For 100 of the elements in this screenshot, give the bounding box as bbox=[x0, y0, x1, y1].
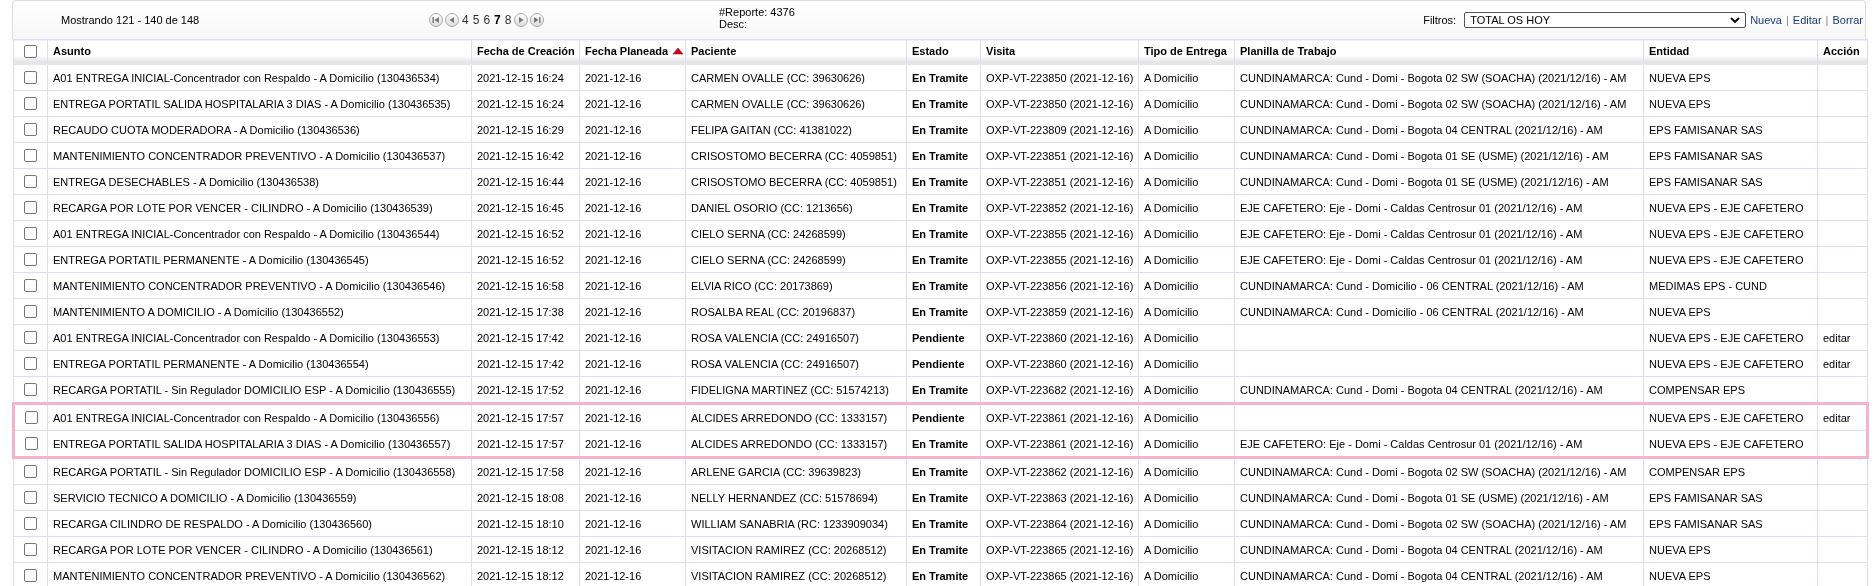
column-header[interactable]: Fecha Planeada bbox=[579, 39, 686, 64]
delivery-cell: A Domicilio bbox=[1144, 123, 1199, 136]
row-checkbox[interactable] bbox=[24, 71, 37, 85]
entity-cell: NUEVA EPS - EJE CAFETERO bbox=[1649, 253, 1804, 266]
page-link[interactable]: 7 bbox=[493, 13, 502, 27]
next-page-button[interactable] bbox=[514, 13, 529, 27]
column-header[interactable]: Entidad bbox=[1643, 39, 1818, 64]
delivery-cell: A Domicilio bbox=[1144, 97, 1199, 110]
visit-cell: OXP-VT-223855 (2021-12-16) bbox=[986, 253, 1134, 266]
patient-cell: CARMEN OVALLE (CC: 39630626) bbox=[691, 71, 866, 84]
row-checkbox[interactable] bbox=[24, 491, 37, 505]
row-checkbox[interactable] bbox=[24, 97, 37, 111]
visit-cell: OXP-VT-223863 (2021-12-16) bbox=[986, 491, 1134, 504]
page-link[interactable]: 8 bbox=[503, 13, 513, 27]
entity-cell: NUEVA EPS - EJE CAFETERO bbox=[1649, 331, 1804, 344]
entity-cell: EPS FAMISANAR SAS bbox=[1649, 149, 1763, 162]
visit-cell: OXP-VT-223860 (2021-12-16) bbox=[986, 357, 1134, 370]
visit-cell: OXP-VT-223855 (2021-12-16) bbox=[986, 227, 1134, 240]
column-header[interactable]: Estado bbox=[906, 39, 981, 64]
subject-cell: RECARGA CILINDRO DE RESPALDO - A Domicilio (130436560) bbox=[53, 517, 372, 530]
page-link[interactable]: 5 bbox=[471, 13, 481, 27]
status-cell: En Tramite bbox=[912, 149, 969, 162]
subject-cell: RECARGA PORTATIL - Sin Regulador DOMICILIO ESP - A Domicilio (130436555) bbox=[53, 383, 456, 396]
delivery-cell: A Domicilio bbox=[1144, 305, 1199, 318]
date-cell: 2021-12-15 16:45 bbox=[477, 201, 564, 214]
worksheet-cell: CUNDINAMARCA: Cund - Domi - Bogota 02 SW (SOACHA) (2021/12/16) - AM bbox=[1240, 71, 1627, 84]
date-cell: 2021-12-16 bbox=[585, 517, 642, 530]
subject-cell: MANTENIMIENTO CONCENTRADOR PREVENTIVO - A Domicilio (130436537) bbox=[53, 149, 446, 162]
row-checkbox[interactable] bbox=[24, 411, 38, 425]
row-checkbox[interactable] bbox=[24, 331, 37, 345]
row-checkbox[interactable] bbox=[24, 569, 37, 583]
date-cell: 2021-12-15 18:12 bbox=[477, 543, 564, 556]
row-checkbox[interactable] bbox=[24, 357, 37, 371]
patient-cell: VISITACION RAMIREZ (CC: 20268512) bbox=[691, 543, 887, 556]
entity-cell: NUEVA EPS bbox=[1649, 71, 1711, 84]
filter-action-link[interactable]: Editar bbox=[1792, 14, 1822, 26]
status-cell: En Tramite bbox=[912, 279, 969, 292]
status-cell: Pendiente bbox=[912, 411, 965, 424]
date-cell: 2021-12-15 16:24 bbox=[477, 97, 564, 110]
last-page-button[interactable] bbox=[530, 13, 545, 27]
date-cell: 2021-12-16 bbox=[585, 305, 642, 318]
column-header[interactable]: Tipo de Entrega bbox=[1138, 39, 1235, 64]
previous-page-button[interactable] bbox=[445, 13, 459, 27]
row-checkbox[interactable] bbox=[24, 543, 37, 557]
row-checkbox[interactable] bbox=[24, 465, 37, 479]
column-header[interactable]: Planilla de Trabajo bbox=[1234, 39, 1644, 64]
column-header[interactable]: Acción bbox=[1817, 39, 1868, 64]
patient-cell: ELVIA RICO (CC: 20173869) bbox=[691, 279, 833, 292]
row-checkbox[interactable] bbox=[24, 437, 38, 451]
row-checkbox[interactable] bbox=[24, 383, 37, 397]
report-number: #Reporte: 4376 bbox=[719, 6, 795, 18]
worksheet-cell: CUNDINAMARCA: Cund - Domi - Bogota 04 CENTRAL (2021/12/16) - AM bbox=[1240, 123, 1603, 136]
date-cell: 2021-12-16 bbox=[585, 253, 642, 266]
visit-cell: OXP-VT-223682 (2021-12-16) bbox=[986, 383, 1134, 396]
row-checkbox[interactable] bbox=[24, 305, 37, 319]
subject-cell: A01 ENTREGA INICIAL-Concentrador con Respaldo - A Domicilio (130436553) bbox=[53, 331, 440, 344]
row-checkbox[interactable] bbox=[24, 253, 37, 267]
patient-cell: DANIEL OSORIO (CC: 1213656) bbox=[691, 201, 853, 214]
worksheet-cell: CUNDINAMARCA: Cund - Domi - Bogota 01 SE (USME) (2021/12/16) - AM bbox=[1240, 149, 1609, 162]
subject-cell: ENTREGA PORTATIL SALIDA HOSPITALARIA 3 DIAS - A Domicilio (130436535) bbox=[53, 97, 451, 110]
page-link[interactable]: 4 bbox=[461, 13, 470, 27]
column-header[interactable]: Fecha de Creación bbox=[471, 39, 580, 64]
column-header[interactable]: Visita bbox=[980, 39, 1139, 64]
date-cell: 2021-12-16 bbox=[585, 201, 642, 214]
subject-cell: A01 ENTREGA INICIAL-Concentrador con Respaldo - A Domicilio (130436534) bbox=[53, 71, 440, 84]
date-cell: 2021-12-15 16:29 bbox=[477, 123, 564, 136]
delivery-cell: A Domicilio bbox=[1144, 175, 1199, 188]
patient-cell: ROSA VALENCIA (CC: 24916507) bbox=[691, 331, 859, 344]
first-page-button[interactable] bbox=[429, 13, 443, 27]
row-checkbox[interactable] bbox=[24, 149, 37, 163]
status-cell: Pendiente bbox=[912, 357, 965, 370]
row-checkbox[interactable] bbox=[24, 123, 37, 137]
filter-action-link[interactable]: Borrar bbox=[1832, 14, 1863, 26]
patient-cell: ROSA VALENCIA (CC: 24916507) bbox=[691, 357, 859, 370]
row-checkbox[interactable] bbox=[24, 201, 37, 215]
select-all-checkbox[interactable] bbox=[24, 44, 37, 58]
row-checkbox[interactable] bbox=[24, 175, 37, 189]
row-checkbox[interactable] bbox=[24, 279, 37, 293]
filter-action-link[interactable]: Nueva bbox=[1750, 14, 1782, 26]
status-cell: En Tramite bbox=[912, 437, 969, 450]
worksheet-cell: CUNDINAMARCA: Cund - Domi - Bogota 02 SW (SOACHA) (2021/12/16) - AM bbox=[1240, 517, 1627, 530]
subject-cell: MANTENIMIENTO A DOMICILIO - A Domicilio (130436552) bbox=[53, 305, 344, 318]
worksheet-cell: CUNDINAMARCA: Cund - Domi - Bogota 02 SW (SOACHA) (2021/12/16) - AM bbox=[1240, 465, 1627, 478]
delivery-cell: A Domicilio bbox=[1144, 437, 1199, 450]
entity-cell: EPS FAMISANAR SAS bbox=[1649, 517, 1763, 530]
patient-cell: FIDELIGNA MARTINEZ (CC: 51574213) bbox=[691, 383, 889, 396]
row-checkbox[interactable] bbox=[24, 227, 37, 241]
page-link[interactable]: 6 bbox=[482, 13, 492, 27]
row-checkbox[interactable] bbox=[24, 517, 37, 531]
subject-cell: RECAUDO CUOTA MODERADORA - A Domicilio (130436536) bbox=[53, 123, 360, 136]
column-header[interactable]: Paciente bbox=[685, 39, 907, 64]
worksheet-cell: EJE CAFETERO: Eje - Domi - Caldas Centrosur 01 (2021/12/16) - AM bbox=[1240, 227, 1583, 240]
visit-cell: OXP-VT-223859 (2021-12-16) bbox=[986, 305, 1134, 318]
worksheet-cell: CUNDINAMARCA: Cund - Domicilio - 06 CENTRAL (2021/12/16) - AM bbox=[1240, 279, 1584, 292]
entity-cell: NUEVA EPS bbox=[1649, 97, 1711, 110]
date-cell: 2021-12-16 bbox=[585, 383, 642, 396]
column-header[interactable]: Asunto bbox=[47, 39, 472, 64]
entity-cell: NUEVA EPS bbox=[1649, 569, 1711, 582]
filter-dropdown[interactable]: TOTAL OS HOY bbox=[1464, 12, 1747, 28]
date-cell: 2021-12-15 17:58 bbox=[477, 465, 564, 478]
